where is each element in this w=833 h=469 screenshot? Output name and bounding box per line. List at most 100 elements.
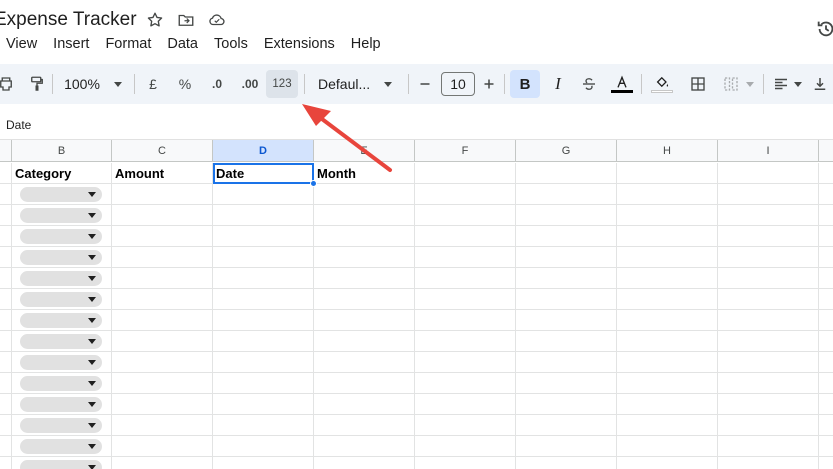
cell-category[interactable] — [12, 205, 112, 226]
move-to-folder-icon[interactable] — [176, 10, 196, 30]
vertical-align-icon[interactable] — [808, 70, 832, 98]
cell[interactable] — [617, 163, 718, 184]
cell[interactable] — [314, 331, 415, 352]
cell[interactable] — [415, 289, 516, 310]
cell[interactable] — [617, 268, 718, 289]
cell[interactable] — [718, 352, 819, 373]
cell[interactable] — [0, 184, 12, 205]
cell[interactable] — [718, 394, 819, 415]
menu-help[interactable]: Help — [343, 34, 389, 56]
decrease-decimal-button[interactable]: .0 — [204, 70, 230, 98]
print-icon[interactable] — [0, 70, 16, 98]
category-dropdown-chip[interactable] — [20, 418, 102, 433]
cell[interactable] — [617, 205, 718, 226]
zoom-select[interactable]: 100% — [58, 70, 128, 98]
cell[interactable] — [0, 310, 12, 331]
cell-category[interactable] — [12, 226, 112, 247]
cell[interactable] — [112, 436, 213, 457]
category-dropdown-chip[interactable] — [20, 187, 102, 202]
currency-button[interactable]: £ — [142, 70, 164, 98]
cell[interactable] — [617, 184, 718, 205]
cell-date-header[interactable]: Date — [213, 163, 314, 184]
fill-color-button[interactable] — [649, 70, 675, 98]
strikethrough-icon[interactable] — [577, 70, 601, 98]
cell[interactable] — [617, 331, 718, 352]
cell-category[interactable] — [12, 268, 112, 289]
cell[interactable] — [213, 352, 314, 373]
cell[interactable] — [718, 226, 819, 247]
cell[interactable] — [617, 415, 718, 436]
cell[interactable] — [112, 226, 213, 247]
cell[interactable] — [0, 352, 12, 373]
cell[interactable] — [0, 394, 12, 415]
cell[interactable] — [0, 268, 12, 289]
cell[interactable] — [314, 415, 415, 436]
cell[interactable] — [0, 415, 12, 436]
cell[interactable] — [415, 394, 516, 415]
cell[interactable] — [213, 457, 314, 469]
column-header-d[interactable]: D — [213, 140, 314, 162]
cell[interactable] — [213, 184, 314, 205]
column-header-g[interactable]: G — [516, 140, 617, 162]
paint-format-icon[interactable] — [26, 70, 48, 98]
cell[interactable] — [314, 436, 415, 457]
cell[interactable] — [718, 457, 819, 469]
cell-category[interactable] — [12, 436, 112, 457]
increase-decimal-button[interactable]: .00 — [236, 70, 264, 98]
cell[interactable] — [516, 457, 617, 469]
cell[interactable] — [718, 184, 819, 205]
cell[interactable] — [516, 268, 617, 289]
cell[interactable] — [0, 205, 12, 226]
cell[interactable] — [112, 394, 213, 415]
cell[interactable] — [213, 226, 314, 247]
cell[interactable] — [0, 436, 12, 457]
cell[interactable] — [112, 457, 213, 469]
cell[interactable] — [415, 268, 516, 289]
column-header-b[interactable]: B — [12, 140, 112, 162]
cell[interactable] — [516, 394, 617, 415]
category-dropdown-chip[interactable] — [20, 292, 102, 307]
cell[interactable] — [112, 310, 213, 331]
category-dropdown-chip[interactable] — [20, 271, 102, 286]
cell[interactable] — [112, 205, 213, 226]
spreadsheet-grid[interactable]: B C D E F G H I Category Amount Date Mon… — [0, 140, 833, 469]
italic-button[interactable]: I — [545, 70, 571, 98]
cell[interactable] — [112, 289, 213, 310]
cell[interactable] — [314, 268, 415, 289]
category-dropdown-chip[interactable] — [20, 229, 102, 244]
bold-button[interactable]: B — [510, 70, 540, 98]
cell[interactable] — [718, 415, 819, 436]
cell[interactable] — [516, 163, 617, 184]
cell[interactable] — [415, 310, 516, 331]
cell[interactable] — [314, 205, 415, 226]
cell[interactable] — [0, 373, 12, 394]
cell[interactable] — [617, 373, 718, 394]
cell[interactable] — [415, 247, 516, 268]
formula-bar[interactable]: Date — [0, 110, 833, 140]
cell[interactable] — [314, 373, 415, 394]
cell[interactable] — [112, 247, 213, 268]
cell[interactable] — [617, 352, 718, 373]
cell[interactable] — [213, 247, 314, 268]
increase-font-size-button[interactable] — [478, 70, 500, 98]
horizontal-align-button[interactable] — [769, 70, 805, 98]
cell[interactable] — [718, 331, 819, 352]
cell[interactable] — [314, 184, 415, 205]
cell-category[interactable] — [12, 415, 112, 436]
cell[interactable] — [0, 163, 12, 184]
cell-category[interactable] — [12, 310, 112, 331]
cell[interactable] — [516, 226, 617, 247]
decrease-font-size-button[interactable] — [414, 70, 436, 98]
category-dropdown-chip[interactable] — [20, 355, 102, 370]
cell[interactable] — [213, 415, 314, 436]
cell[interactable] — [213, 205, 314, 226]
cell[interactable] — [213, 310, 314, 331]
cell[interactable] — [415, 415, 516, 436]
cell[interactable] — [314, 226, 415, 247]
category-dropdown-chip[interactable] — [20, 460, 102, 469]
cell[interactable] — [415, 163, 516, 184]
cell-amount-header[interactable]: Amount — [112, 163, 213, 184]
column-header-e[interactable]: E — [314, 140, 415, 162]
category-dropdown-chip[interactable] — [20, 208, 102, 223]
cell[interactable] — [112, 352, 213, 373]
